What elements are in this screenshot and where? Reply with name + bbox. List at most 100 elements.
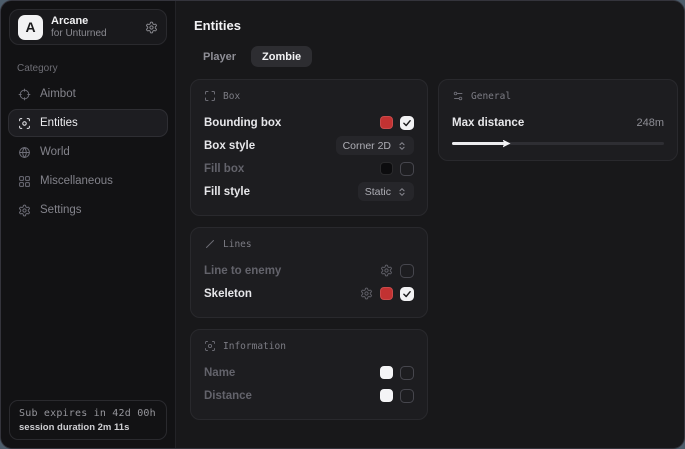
globe-icon <box>18 146 31 159</box>
fill-box-checkbox[interactable] <box>400 162 414 176</box>
lines-card: Lines Line to enemy Skeleton <box>190 227 428 318</box>
box-card-header: Box <box>204 90 414 102</box>
distance-row: Distance <box>204 384 414 407</box>
gear-icon[interactable] <box>360 287 373 300</box>
grid-icon <box>18 175 31 188</box>
distance-checkbox[interactable] <box>400 389 414 403</box>
bounding-box-row: Bounding box <box>204 111 414 134</box>
scan-icon <box>204 340 216 352</box>
row-label: Fill style <box>204 186 250 198</box>
name-row: Name <box>204 361 414 384</box>
chevrons-up-down-icon <box>397 187 407 197</box>
row-label: Bounding box <box>204 117 281 129</box>
avatar: A <box>18 15 43 40</box>
crosshair-icon <box>18 88 31 101</box>
box-style-row: Box style Corner 2D <box>204 134 414 157</box>
fill-style-dropdown[interactable]: Static <box>358 182 414 201</box>
max-distance-slider[interactable] <box>452 138 664 148</box>
information-card: Information Name Distance <box>190 329 428 420</box>
row-controls <box>380 116 414 130</box>
check-icon <box>402 289 412 299</box>
row-label: Box style <box>204 140 255 152</box>
sidebar-item-label: Settings <box>40 204 82 216</box>
gear-icon[interactable] <box>145 21 158 34</box>
sidebar-item-entities[interactable]: Entities <box>8 109 168 137</box>
row-label: Name <box>204 367 235 379</box>
line-to-enemy-row: Line to enemy <box>204 259 414 282</box>
max-distance-fill <box>452 142 505 145</box>
color-swatch[interactable] <box>380 287 393 300</box>
sidebar-nav: Aimbot Entities World Miscellaneous Sett… <box>1 80 175 224</box>
row-label: Skeleton <box>204 288 252 300</box>
row-controls <box>380 366 414 380</box>
sidebar-item-label: Aimbot <box>40 88 76 100</box>
card-header-label: Box <box>223 91 240 102</box>
left-column: Box Bounding box Box style Corne <box>190 79 428 420</box>
skeleton-row: Skeleton <box>204 282 414 305</box>
name-checkbox[interactable] <box>400 366 414 380</box>
row-controls <box>380 264 414 278</box>
logo-text: Arcane for Unturned <box>51 15 137 39</box>
max-distance-row: Max distance 248m <box>452 111 664 134</box>
row-label: Distance <box>204 390 252 402</box>
tab-zombie[interactable]: Zombie <box>251 46 312 67</box>
sidebar-item-label: Entities <box>40 117 78 129</box>
check-icon <box>402 118 412 128</box>
logo-card: A Arcane for Unturned <box>9 9 167 45</box>
diagonal-line-icon <box>204 238 216 250</box>
color-swatch[interactable] <box>380 162 393 175</box>
general-card: General Max distance 248m <box>438 79 678 161</box>
card-header-label: General <box>471 91 511 102</box>
main-panel: Entities Player Zombie Box Bounding box <box>176 1 685 448</box>
box-card: Box Bounding box Box style Corne <box>190 79 428 216</box>
sliders-icon <box>452 90 464 102</box>
dropdown-value: Static <box>365 186 391 198</box>
fill-style-row: Fill style Static <box>204 180 414 203</box>
max-distance-value: 248m <box>636 117 664 129</box>
general-card-header: General <box>452 90 664 102</box>
card-header-label: Information <box>223 341 286 352</box>
lines-card-header: Lines <box>204 238 414 250</box>
sidebar-item-label: Miscellaneous <box>40 175 113 187</box>
category-label: Category <box>17 63 159 74</box>
sidebar: A Arcane for Unturned Category Aimbot En… <box>1 1 176 448</box>
bounding-box-checkbox[interactable] <box>400 116 414 130</box>
sidebar-item-settings[interactable]: Settings <box>8 196 168 224</box>
app-subtitle: for Unturned <box>51 28 137 40</box>
session-duration-text: session duration 2m 11s <box>19 422 157 433</box>
subscription-status-card: Sub expires in 42d 00h session duration … <box>9 400 167 440</box>
row-controls: Corner 2D <box>336 136 414 155</box>
chevrons-up-down-icon <box>397 141 407 151</box>
skeleton-checkbox[interactable] <box>400 287 414 301</box>
fill-box-row: Fill box <box>204 157 414 180</box>
gear-icon <box>18 204 31 217</box>
app-window: A Arcane for Unturned Category Aimbot En… <box>0 0 685 449</box>
row-controls <box>360 287 414 301</box>
row-controls: Static <box>358 182 414 201</box>
card-header-label: Lines <box>223 239 252 250</box>
sidebar-item-miscellaneous[interactable]: Miscellaneous <box>8 167 168 195</box>
row-controls <box>380 162 414 176</box>
row-label: Line to enemy <box>204 265 281 277</box>
right-column: General Max distance 248m <box>438 79 678 161</box>
box-corners-icon <box>204 90 216 102</box>
tab-player[interactable]: Player <box>192 46 247 67</box>
sidebar-item-world[interactable]: World <box>8 138 168 166</box>
row-label: Fill box <box>204 163 244 175</box>
gear-icon[interactable] <box>380 264 393 277</box>
color-swatch[interactable] <box>380 366 393 379</box>
entities-icon <box>18 117 31 130</box>
cards-layout: Box Bounding box Box style Corne <box>190 79 678 420</box>
information-card-header: Information <box>204 340 414 352</box>
line-to-enemy-checkbox[interactable] <box>400 264 414 278</box>
color-swatch[interactable] <box>380 116 393 129</box>
page-title: Entities <box>194 18 678 33</box>
sub-expires-text: Sub expires in 42d 00h <box>19 408 157 419</box>
app-title: Arcane <box>51 15 137 28</box>
row-controls <box>380 389 414 403</box>
box-style-dropdown[interactable]: Corner 2D <box>336 136 414 155</box>
color-swatch[interactable] <box>380 389 393 402</box>
sidebar-item-aimbot[interactable]: Aimbot <box>8 80 168 108</box>
entity-tabs: Player Zombie <box>192 46 678 67</box>
dropdown-value: Corner 2D <box>343 140 391 152</box>
